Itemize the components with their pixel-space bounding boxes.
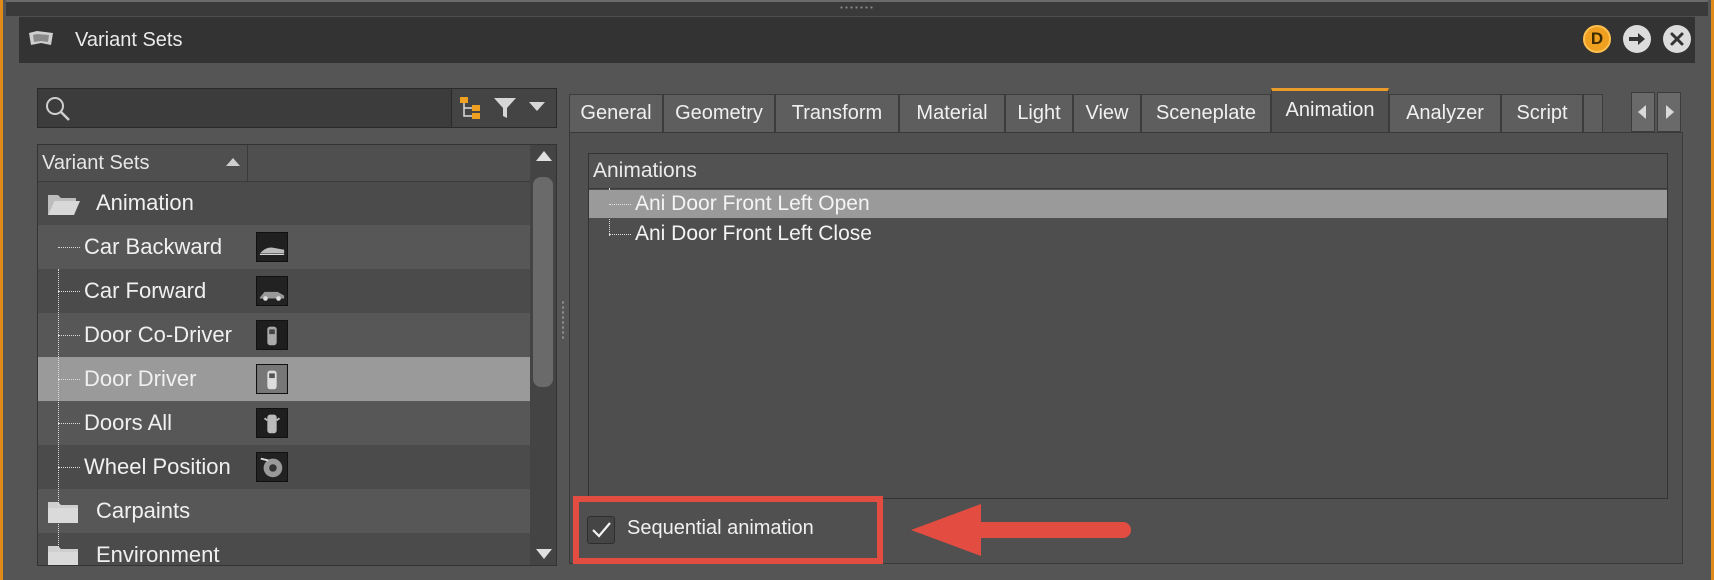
tab-view[interactable]: View: [1073, 94, 1141, 132]
tree-connector: [58, 379, 80, 380]
car-door-thumbnail-icon: [256, 320, 288, 350]
tree-item-label: Door Co-Driver: [84, 322, 232, 347]
tree-connector: [58, 291, 80, 292]
tree-guide-line: [58, 269, 59, 565]
tab-bar: General Geometry Transform Material Ligh…: [569, 88, 1689, 132]
animations-header: Animations: [589, 154, 1667, 189]
tree-connector: [58, 335, 80, 336]
animation-item-open[interactable]: Ani Door Front Left Open: [589, 190, 1667, 218]
tree-connector: [609, 204, 631, 205]
hierarchy-icon[interactable]: [458, 95, 484, 121]
animation-item-label: Ani Door Front Left Close: [635, 222, 872, 245]
chevron-right-icon: [1666, 105, 1674, 119]
window-frame: Variant Sets D Variant Sets Animation Ca…: [0, 0, 1714, 580]
tree-rows: Animation Car Backward Car Forward Door …: [38, 181, 532, 566]
tab-scroll-right-button[interactable]: [1657, 92, 1681, 132]
title-bar: Variant Sets D: [19, 16, 1695, 63]
tab-sceneplate[interactable]: Sceneplate: [1141, 94, 1271, 132]
tab-analyzer[interactable]: Analyzer: [1389, 94, 1501, 132]
sort-ascending-icon: [226, 158, 240, 166]
car-doors-thumbnail-icon: [256, 408, 288, 438]
car-thumbnail-icon: [256, 232, 288, 262]
search-tools: [451, 89, 556, 127]
scroll-down-icon[interactable]: [536, 549, 552, 559]
car-thumbnail-icon: [256, 276, 288, 306]
tree-item-label: Carpaints: [96, 498, 191, 523]
tree-item-label: Doors All: [84, 410, 173, 435]
annotation-arrow-icon: [911, 504, 1131, 556]
tree-connector: [58, 467, 80, 468]
search-field[interactable]: [37, 88, 557, 128]
car-door-thumbnail-icon: [256, 364, 288, 394]
tab-geometry[interactable]: Geometry: [663, 94, 775, 132]
tree-item-door-driver[interactable]: Door Driver: [38, 357, 532, 401]
resize-grip[interactable]: [839, 5, 875, 11]
tree-item-label: Animation: [96, 190, 194, 215]
scrollbar-thumb[interactable]: [533, 177, 553, 387]
tab-script[interactable]: Script: [1501, 94, 1583, 132]
chevron-down-icon[interactable]: [528, 101, 546, 113]
animation-item-close[interactable]: Ani Door Front Left Close: [589, 220, 1667, 248]
tree-item-label: Wheel Position: [84, 454, 231, 479]
top-resize-strip[interactable]: [6, 0, 1708, 16]
panel-splitter[interactable]: [561, 300, 565, 340]
tree-header: Variant Sets: [38, 145, 532, 182]
dock-button[interactable]: D: [1583, 25, 1611, 53]
window-title: Variant Sets: [75, 29, 183, 51]
tree-item-label: Environment: [96, 542, 220, 566]
tree-item-door-co-driver[interactable]: Door Co-Driver: [38, 313, 532, 357]
chevron-left-icon: [1638, 105, 1646, 119]
variant-sets-icon: [29, 31, 53, 45]
tab-scroll-left-button[interactable]: [1631, 92, 1655, 132]
tree-item-carpaints[interactable]: Carpaints: [38, 489, 532, 533]
animations-list: Animations Ani Door Front Left Open Ani …: [588, 153, 1668, 499]
close-icon: [1670, 32, 1684, 46]
tree-item-label: Car Forward: [84, 278, 207, 303]
tree-item-car-forward[interactable]: Car Forward: [38, 269, 532, 313]
column-header-variant-sets[interactable]: Variant Sets: [38, 145, 248, 181]
tab-material[interactable]: Material: [899, 94, 1005, 132]
tree-connector: [58, 423, 80, 424]
tab-transform[interactable]: Transform: [775, 94, 899, 132]
arrow-right-icon: [1629, 33, 1645, 45]
tree-item-label: Door Driver: [84, 366, 197, 391]
folder-icon: [48, 502, 78, 523]
tree-scrollbar[interactable]: [530, 145, 556, 565]
search-input[interactable]: [78, 93, 442, 125]
float-button[interactable]: [1623, 25, 1651, 53]
tree-item-label: Car Backward: [84, 234, 223, 259]
animation-item-label: Ani Door Front Left Open: [635, 192, 870, 215]
tab-light[interactable]: Light: [1005, 94, 1073, 132]
annotation-highlight-box: [573, 496, 883, 564]
tree-connector: [58, 247, 80, 248]
variant-sets-tree: Variant Sets Animation Car Backward Car …: [37, 144, 557, 566]
wheel-thumbnail-icon: [256, 452, 288, 482]
column-header-label: Variant Sets: [42, 152, 150, 174]
search-icon: [46, 97, 70, 121]
folder-icon: [48, 546, 78, 565]
folder-open-icon: [48, 195, 80, 215]
tree-item-wheel-position[interactable]: Wheel Position: [38, 445, 532, 489]
close-button[interactable]: [1663, 25, 1691, 53]
tree-item-doors-all[interactable]: Doors All: [38, 401, 532, 445]
scroll-up-icon[interactable]: [536, 151, 552, 161]
tree-item-environment[interactable]: Environment: [38, 533, 532, 566]
tab-animation[interactable]: Animation: [1271, 88, 1389, 132]
tree-item-animation[interactable]: Animation: [38, 181, 532, 225]
tree-item-car-backward[interactable]: Car Backward: [38, 225, 532, 269]
tab-overflow[interactable]: [1583, 94, 1603, 132]
filter-icon[interactable]: [492, 95, 518, 121]
tree-connector: [609, 234, 631, 235]
tab-general[interactable]: General: [569, 94, 663, 132]
